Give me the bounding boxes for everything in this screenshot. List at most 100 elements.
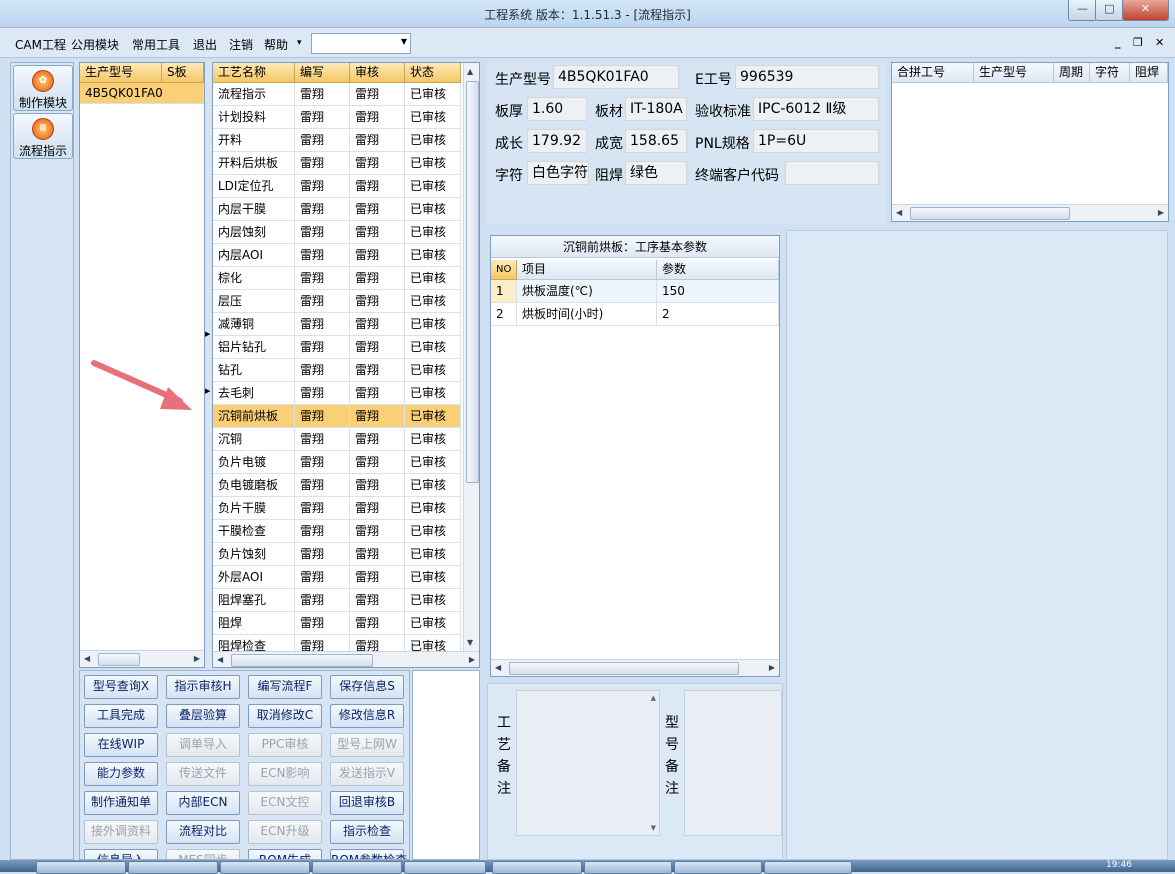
action-button[interactable]: 接外调资料 — [84, 820, 158, 844]
menu-exit[interactable]: 退出 — [193, 36, 217, 53]
action-button[interactable]: 信息导入 — [84, 849, 158, 859]
action-button[interactable]: 保存信息S — [330, 675, 404, 699]
process-writer[interactable]: 雷翔 — [295, 612, 350, 635]
model-notes-box[interactable] — [684, 690, 782, 836]
action-button[interactable]: 指示审核H — [166, 675, 240, 699]
process-writer[interactable]: 雷翔 — [295, 451, 350, 474]
minimize-button[interactable]: — — [1068, 0, 1097, 21]
process-writer[interactable]: 雷翔 — [295, 589, 350, 612]
action-button[interactable]: 叠层验算 — [166, 704, 240, 728]
process-notes-box[interactable]: ▲ ▼ — [516, 690, 660, 836]
process-status[interactable]: 已审核 — [405, 382, 461, 405]
process-name[interactable]: 内层干膜 — [213, 198, 295, 221]
process-writer[interactable]: 雷翔 — [295, 267, 350, 290]
process-reviewer[interactable]: 雷翔 — [350, 221, 405, 244]
menu-cam[interactable]: CAM工程 — [15, 36, 66, 53]
action-button[interactable]: 发送指示V — [330, 762, 404, 786]
mask-value[interactable]: 绿色 — [625, 161, 687, 185]
char-value[interactable]: 白色字符 — [527, 161, 589, 185]
process-v-scrollbar[interactable]: ▲ ▼ — [463, 63, 479, 651]
process-name[interactable]: 计划投料 — [213, 106, 295, 129]
menu-combo-box[interactable]: ▼ — [311, 33, 411, 54]
process-header-reviewer[interactable]: 审核 — [350, 63, 405, 83]
combined-header-period[interactable]: 周期 — [1054, 63, 1090, 83]
process-status[interactable]: 已审核 — [405, 497, 461, 520]
process-writer[interactable]: 雷翔 — [295, 83, 350, 106]
process-writer[interactable]: 雷翔 — [295, 405, 350, 428]
action-button[interactable]: ECN升级 — [248, 820, 322, 844]
model-grid-h-scrollbar[interactable]: ◀ ▶ — [80, 650, 204, 667]
process-status[interactable]: 已审核 — [405, 428, 461, 451]
combined-header-mask[interactable]: 阻焊 — [1130, 63, 1168, 83]
menu-tools[interactable]: 常用工具 — [132, 36, 180, 53]
params-h-scrollbar[interactable]: ◀ ▶ — [491, 659, 779, 676]
process-name[interactable]: 去毛刺 — [213, 382, 295, 405]
params-row-value[interactable]: 150 — [657, 280, 779, 303]
mdi-restore-button[interactable]: ❐ — [1133, 36, 1143, 49]
process-reviewer[interactable]: 雷翔 — [350, 543, 405, 566]
process-name[interactable]: 内层AOI — [213, 244, 295, 267]
process-name[interactable]: 阻焊 — [213, 612, 295, 635]
taskbar-item[interactable] — [584, 861, 672, 874]
taskbar-item[interactable] — [764, 861, 852, 874]
material-value[interactable]: IT-180A — [625, 97, 687, 121]
params-header-item[interactable]: 项目 — [517, 260, 657, 280]
scroll-thumb[interactable] — [509, 662, 739, 675]
process-status[interactable]: 已审核 — [405, 290, 461, 313]
action-button[interactable]: 在线WIP — [84, 733, 158, 757]
process-name[interactable]: 负片干膜 — [213, 497, 295, 520]
process-reviewer[interactable]: 雷翔 — [350, 359, 405, 382]
process-status[interactable]: 已审核 — [405, 83, 461, 106]
model-header-s[interactable]: S板 — [162, 63, 204, 83]
process-reviewer[interactable]: 雷翔 — [350, 152, 405, 175]
process-name[interactable]: 流程指示 — [213, 83, 295, 106]
process-writer[interactable]: 雷翔 — [295, 336, 350, 359]
process-status[interactable]: 已审核 — [405, 267, 461, 290]
pnl-value[interactable]: 1P=6U — [753, 129, 879, 153]
process-status[interactable]: 已审核 — [405, 198, 461, 221]
process-status[interactable]: 已审核 — [405, 589, 461, 612]
action-button[interactable]: ROM生成 — [248, 849, 322, 859]
action-button[interactable]: 型号上网W — [330, 733, 404, 757]
action-button[interactable]: MES同步 — [166, 849, 240, 859]
action-button[interactable]: 修改信息R — [330, 704, 404, 728]
menu-logout[interactable]: 注销 — [229, 36, 253, 53]
process-name[interactable]: LDI定位孔 — [213, 175, 295, 198]
process-reviewer[interactable]: 雷翔 — [350, 244, 405, 267]
taskbar-item[interactable] — [36, 861, 126, 874]
process-status[interactable]: 已审核 — [405, 244, 461, 267]
thickness-value[interactable]: 1.60 — [527, 97, 587, 121]
process-writer[interactable]: 雷翔 — [295, 566, 350, 589]
taskbar-item[interactable] — [312, 861, 402, 874]
process-name[interactable]: 阻焊塞孔 — [213, 589, 295, 612]
action-button[interactable]: 能力参数 — [84, 762, 158, 786]
model-row[interactable]: 4B5QK01FA0 — [80, 83, 204, 104]
process-reviewer[interactable]: 雷翔 — [350, 428, 405, 451]
scroll-up-icon[interactable]: ▲ — [651, 694, 656, 702]
process-header-name[interactable]: 工艺名称 — [213, 63, 295, 83]
process-status[interactable]: 已审核 — [405, 566, 461, 589]
process-name[interactable]: 沉铜 — [213, 428, 295, 451]
process-h-scrollbar[interactable]: ◀ ▶ — [213, 651, 479, 667]
process-status[interactable]: 已审核 — [405, 129, 461, 152]
taskbar-item[interactable] — [128, 861, 218, 874]
process-status[interactable]: 已审核 — [405, 106, 461, 129]
combined-h-scrollbar[interactable]: ◀ ▶ — [892, 204, 1168, 221]
splitter[interactable]: ▶ ▶ — [205, 62, 212, 668]
process-writer[interactable]: 雷翔 — [295, 152, 350, 175]
process-status[interactable]: 已审核 — [405, 152, 461, 175]
process-name[interactable]: 外层AOI — [213, 566, 295, 589]
maximize-button[interactable]: □ — [1095, 0, 1124, 21]
process-writer[interactable]: 雷翔 — [295, 543, 350, 566]
action-button[interactable]: 传送文件 — [166, 762, 240, 786]
mdi-minimize-button[interactable]: _ — [1115, 36, 1121, 49]
process-reviewer[interactable]: 雷翔 — [350, 198, 405, 221]
mdi-close-button[interactable]: ✕ — [1155, 36, 1164, 49]
scroll-down-icon[interactable]: ▼ — [651, 824, 656, 832]
help-dropdown-icon[interactable]: ▾ — [297, 38, 302, 48]
customer-value[interactable] — [785, 161, 879, 185]
menu-public-module[interactable]: 公用模块 — [71, 36, 119, 53]
process-reviewer[interactable]: 雷翔 — [350, 405, 405, 428]
process-reviewer[interactable]: 雷翔 — [350, 382, 405, 405]
process-name[interactable]: 干膜检查 — [213, 520, 295, 543]
